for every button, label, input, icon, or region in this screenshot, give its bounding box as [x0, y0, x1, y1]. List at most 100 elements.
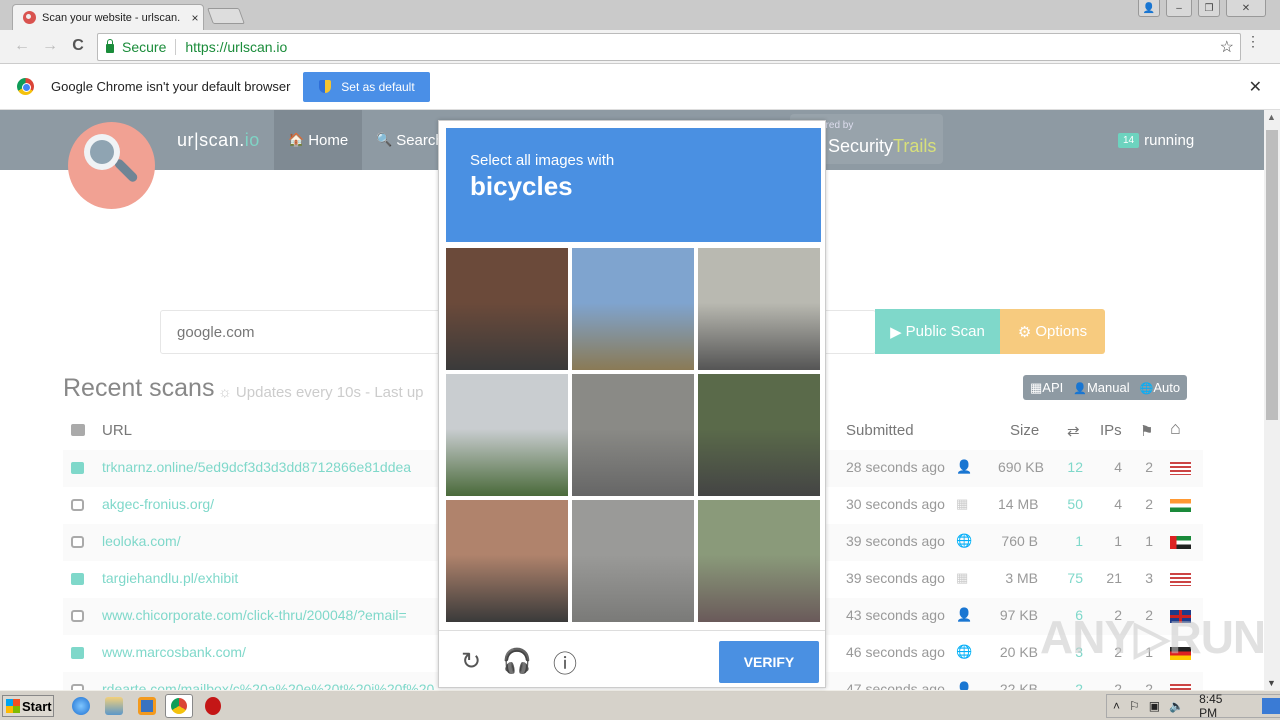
- nav-home[interactable]: 🏠 Home: [274, 110, 363, 170]
- scan-url-link[interactable]: rdearte.com/mailbox/c%20a%20e%20t%20i%20…: [102, 681, 434, 690]
- brand-name[interactable]: ur|scan.io: [177, 130, 260, 151]
- ip-count: 4: [1114, 496, 1122, 512]
- col-ips: IPs: [1100, 422, 1122, 439]
- captcha-tile[interactable]: [446, 374, 568, 496]
- restore-button[interactable]: ❐: [1198, 0, 1220, 17]
- filter-manual[interactable]: 👤Manual: [1073, 380, 1129, 395]
- running-label: running: [1144, 132, 1195, 149]
- captcha-image-grid: [446, 248, 822, 624]
- captcha-tile[interactable]: [446, 248, 568, 370]
- minimize-button[interactable]: –: [1166, 0, 1192, 17]
- country-count: 2: [1145, 459, 1153, 475]
- start-label: Start: [22, 698, 52, 714]
- col-url: URL: [102, 422, 133, 439]
- http-icon: [71, 499, 84, 511]
- tray-expand-icon[interactable]: ˄: [1113, 699, 1120, 713]
- request-count[interactable]: 2: [1053, 681, 1083, 690]
- window-controls: 👤 – ❐ ✕: [1138, 0, 1266, 17]
- source-api-icon: ▦: [956, 496, 969, 511]
- ip-count: 1: [1114, 533, 1122, 549]
- captcha-tile[interactable]: [572, 500, 694, 622]
- page-scrollbar[interactable]: ▲ ▼: [1264, 110, 1280, 690]
- filter-auto-label: Auto: [1153, 380, 1181, 395]
- running-scans: 14 running: [1118, 132, 1194, 149]
- submitted-time: 47 seconds ago: [846, 681, 945, 690]
- reload-icon[interactable]: C: [68, 37, 88, 55]
- col-submitted: Submitted: [846, 422, 914, 439]
- default-browser-infobar: Google Chrome isn't your default browser…: [0, 64, 1280, 110]
- scan-url-link[interactable]: trknarnz.online/5ed9dcf3d3d3dd8712866e81…: [102, 459, 411, 475]
- chrome-menu-icon[interactable]: ⋮: [1246, 34, 1260, 48]
- request-count[interactable]: 75: [1053, 570, 1083, 586]
- filter-api[interactable]: ▦API: [1030, 380, 1063, 396]
- audio-challenge-icon[interactable]: 🎧: [502, 647, 532, 675]
- nav-home-label: Home: [308, 131, 349, 149]
- scroll-up-icon[interactable]: ▲: [1267, 112, 1276, 122]
- qr-icon: ▦: [1030, 379, 1043, 395]
- chrome-logo-icon: [17, 78, 34, 95]
- https-lock-icon: [71, 647, 84, 659]
- media-player-icon[interactable]: [138, 697, 156, 715]
- action-center-flag-icon[interactable]: ⚐: [1129, 699, 1140, 713]
- scan-url-link[interactable]: leoloka.com/: [102, 533, 181, 549]
- scroll-down-icon[interactable]: ▼: [1267, 678, 1276, 688]
- request-count[interactable]: 50: [1053, 496, 1083, 512]
- close-window-button[interactable]: ✕: [1226, 0, 1266, 17]
- back-icon[interactable]: ←: [12, 37, 32, 55]
- network-icon[interactable]: ▣: [1149, 699, 1160, 713]
- captcha-tile[interactable]: [572, 374, 694, 496]
- globe-icon: 🌐: [1139, 383, 1154, 395]
- clock[interactable]: 8:45 PM: [1199, 692, 1239, 720]
- scan-url-link[interactable]: www.chicorporate.com/click-thru/200048/?…: [102, 607, 407, 623]
- scrollbar-thumb[interactable]: [1266, 130, 1278, 420]
- show-desktop-button[interactable]: [1262, 698, 1280, 714]
- filter-auto[interactable]: 🌐Auto: [1140, 380, 1180, 395]
- submitted-time: 39 seconds ago: [846, 533, 945, 549]
- tab-close-icon[interactable]: ×: [187, 11, 203, 25]
- nav-search-label: Search: [396, 131, 444, 149]
- internet-explorer-icon[interactable]: [72, 697, 90, 715]
- public-scan-label: Public Scan: [905, 323, 985, 340]
- submitted-time: 30 seconds ago: [846, 496, 945, 512]
- captcha-tile[interactable]: [698, 248, 820, 370]
- start-button[interactable]: Start: [2, 695, 54, 717]
- page-size: 14 MB: [998, 496, 1039, 512]
- captcha-tile[interactable]: [572, 248, 694, 370]
- bookmark-star-icon[interactable]: ☆: [1220, 37, 1234, 57]
- captcha-tile[interactable]: [698, 500, 820, 622]
- reload-challenge-icon[interactable]: ↻: [457, 647, 485, 675]
- forward-icon[interactable]: →: [40, 37, 60, 55]
- country-count: 1: [1145, 533, 1153, 549]
- request-count[interactable]: 12: [1053, 459, 1083, 475]
- urlscan-logo[interactable]: [68, 122, 155, 209]
- infobar-close-icon[interactable]: ✕: [1249, 77, 1262, 97]
- captcha-target: bicycles: [470, 171, 573, 201]
- opera-icon[interactable]: [205, 697, 221, 715]
- anyrun-watermark: ANY▷RUN: [1040, 611, 1266, 663]
- scan-url-link[interactable]: www.marcosbank.com/: [102, 644, 246, 660]
- http-icon: [71, 536, 84, 548]
- set-as-default-button[interactable]: Set as default: [303, 71, 431, 102]
- address-bar[interactable]: Secure https://urlscan.io ☆: [97, 33, 1241, 61]
- info-icon[interactable]: ⓘ: [551, 647, 579, 678]
- uac-shield-icon: [319, 80, 332, 93]
- scan-url-link[interactable]: targiehandlu.pl/exhibit: [102, 570, 238, 586]
- browser-tab[interactable]: Scan your website - urlscan. ×: [12, 4, 204, 30]
- divider: [175, 39, 177, 55]
- options-button[interactable]: ⚙ Options: [1000, 309, 1105, 354]
- file-explorer-icon[interactable]: [105, 697, 123, 715]
- user-profile-button[interactable]: 👤: [1138, 0, 1160, 17]
- new-tab-button[interactable]: [207, 8, 245, 24]
- trails-text: Trails: [893, 136, 937, 156]
- options-label: Options: [1035, 323, 1088, 340]
- verify-button[interactable]: VERIFY: [719, 641, 819, 683]
- volume-icon[interactable]: 🔈: [1169, 699, 1184, 713]
- home-column-icon: ⌂: [1170, 418, 1181, 438]
- source-filter-group: ▦API 👤Manual 🌐Auto: [1023, 375, 1188, 400]
- scan-url-link[interactable]: akgec-fronius.org/: [102, 496, 214, 512]
- captcha-tile[interactable]: [446, 500, 568, 622]
- public-scan-button[interactable]: ▶ Public Scan: [875, 309, 1000, 354]
- flag-ae-icon: [1170, 536, 1191, 549]
- captcha-tile[interactable]: [698, 374, 820, 496]
- request-count[interactable]: 1: [1053, 533, 1083, 549]
